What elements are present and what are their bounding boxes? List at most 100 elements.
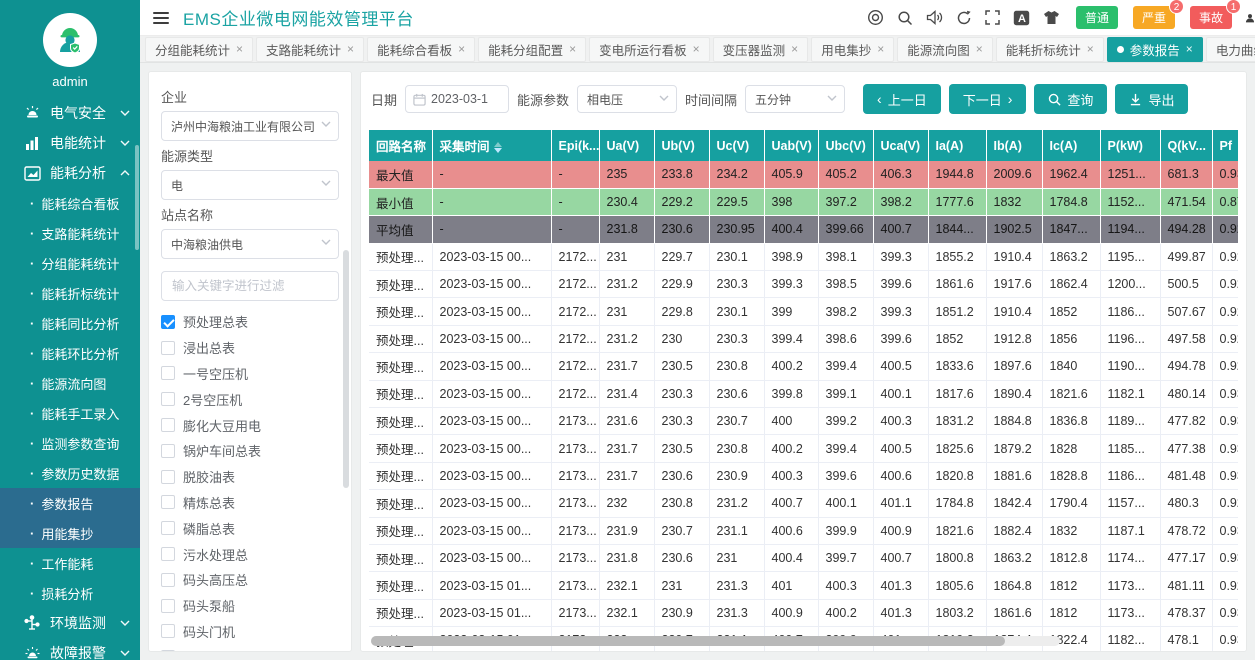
param-select[interactable]: 相电压	[577, 85, 677, 113]
meter-check-item[interactable]: 大豆筒仓总表	[161, 644, 339, 652]
tab-close-icon[interactable]: ×	[791, 43, 798, 55]
sidebar-item[interactable]: ·能耗折标统计	[0, 278, 140, 308]
meter-check-item[interactable]: 一号空压机	[161, 361, 339, 387]
sidebar-item[interactable]: ·监测参数查询	[0, 428, 140, 458]
meter-check-item[interactable]: 锅炉车间总表	[161, 438, 339, 464]
tab-close-icon[interactable]: ×	[458, 43, 465, 55]
prev-day-button[interactable]: ‹ 上一日	[863, 84, 941, 114]
tab-close-icon[interactable]: ×	[347, 43, 354, 55]
column-header[interactable]: 采集时间	[432, 130, 551, 161]
sidebar-item[interactable]: ·损耗分析	[0, 578, 140, 608]
filter-scrollbar[interactable]	[343, 250, 349, 488]
checkbox[interactable]	[161, 573, 175, 587]
checkbox[interactable]	[161, 521, 175, 535]
meter-check-item[interactable]: 磷脂总表	[161, 515, 339, 541]
tab[interactable]: 参数报告×	[1107, 37, 1203, 62]
tab[interactable]: 支路能耗统计×	[256, 37, 364, 62]
checkbox[interactable]	[161, 599, 175, 613]
target-icon[interactable]	[867, 9, 884, 26]
horizontal-scrollbar-thumb[interactable]	[371, 636, 1005, 646]
tab[interactable]: 用电集抄×	[811, 37, 894, 62]
checkbox[interactable]	[161, 418, 175, 432]
sidebar-item[interactable]: ·工作能耗	[0, 548, 140, 578]
alarm-badge[interactable]: 事故1	[1190, 6, 1232, 29]
checkbox[interactable]	[161, 470, 175, 484]
tab[interactable]: 能耗分组配置×	[478, 37, 586, 62]
meter-filter-input[interactable]	[161, 271, 339, 301]
query-button[interactable]: 查询	[1034, 84, 1107, 114]
checkbox[interactable]	[161, 624, 175, 638]
meter-check-item[interactable]: 污水处理总	[161, 541, 339, 567]
tab-close-icon[interactable]: ×	[1186, 43, 1193, 55]
sidebar-item[interactable]: ·参数历史数据	[0, 458, 140, 488]
speaker-icon[interactable]	[926, 10, 943, 25]
sidebar-group[interactable]: 电能统计	[0, 128, 140, 158]
sidebar-group[interactable]: 能耗分析	[0, 158, 140, 188]
next-day-button[interactable]: 下一日 ›	[949, 84, 1027, 114]
export-button[interactable]: 导出	[1115, 84, 1188, 114]
tab-close-icon[interactable]: ×	[1087, 43, 1094, 55]
sidebar-group[interactable]: 环境监测	[0, 608, 140, 638]
station-select[interactable]: 中海粮油供电	[161, 229, 339, 259]
tab-close-icon[interactable]: ×	[976, 43, 983, 55]
company-select[interactable]: 泸州中海粮油工业有限公司	[161, 111, 339, 141]
meter-check-item[interactable]: 预处理总表	[161, 309, 339, 335]
sidebar-item[interactable]: ·能源流向图	[0, 368, 140, 398]
date-picker[interactable]: 2023-03-1	[405, 85, 509, 113]
checkbox[interactable]	[161, 392, 175, 406]
font-size-icon[interactable]: A	[1013, 10, 1030, 26]
table-cell: 230.3	[709, 271, 764, 298]
tab[interactable]: 电力曲线记录×	[1206, 37, 1255, 62]
table-cell: 231	[654, 572, 709, 599]
sidebar-item[interactable]: ·分组能耗统计	[0, 248, 140, 278]
horizontal-scrollbar[interactable]	[371, 636, 1060, 646]
sidebar-group[interactable]: 故障报警	[0, 638, 140, 660]
meter-check-item[interactable]: 脱胶油表	[161, 464, 339, 490]
tab[interactable]: 变压器监测×	[713, 37, 809, 62]
alarm-badge[interactable]: 严重2	[1133, 6, 1175, 29]
sidebar-item[interactable]: ·参数报告	[0, 488, 140, 518]
fullscreen-icon[interactable]	[985, 10, 1000, 25]
meter-check-item[interactable]: 码头高压总	[161, 567, 339, 593]
menu-toggle-icon[interactable]	[153, 11, 169, 25]
summary-cell: 398	[764, 188, 818, 215]
tab-close-icon[interactable]: ×	[236, 43, 243, 55]
interval-select[interactable]: 五分钟	[745, 85, 845, 113]
sidebar-item[interactable]: ·支路能耗统计	[0, 218, 140, 248]
search-icon[interactable]	[897, 10, 913, 26]
checkbox[interactable]	[161, 315, 175, 329]
energy-type-select[interactable]: 电	[161, 170, 339, 200]
checkbox[interactable]	[161, 341, 175, 355]
sidebar-item[interactable]: ·能耗手工录入	[0, 398, 140, 428]
sidebar-item[interactable]: ·用能集抄	[0, 518, 140, 548]
checkbox[interactable]	[161, 495, 175, 509]
checkbox[interactable]	[161, 547, 175, 561]
tab[interactable]: 分组能耗统计×	[145, 37, 253, 62]
sidebar-item[interactable]: ·能耗同比分析	[0, 308, 140, 338]
refresh-icon[interactable]	[956, 10, 972, 26]
alarm-badge[interactable]: 普通	[1076, 6, 1118, 29]
meter-check-item[interactable]: 码头泵船	[161, 593, 339, 619]
tab[interactable]: 能耗综合看板×	[367, 37, 475, 62]
tab-close-icon[interactable]: ×	[877, 43, 884, 55]
meter-check-item[interactable]: 精炼总表	[161, 490, 339, 516]
sidebar-item[interactable]: ·能耗环比分析	[0, 338, 140, 368]
tab[interactable]: 变电所运行看板×	[589, 37, 710, 62]
user-icon[interactable]	[1245, 10, 1255, 26]
tab-close-icon[interactable]: ×	[693, 43, 700, 55]
meter-check-item[interactable]: 码头门机	[161, 619, 339, 645]
sidebar-scrollbar[interactable]	[135, 145, 139, 250]
sidebar-item[interactable]: ·能耗综合看板	[0, 188, 140, 218]
meter-check-item[interactable]: 浸出总表	[161, 335, 339, 361]
theme-shirt-icon[interactable]	[1043, 10, 1060, 25]
sort-icons[interactable]	[494, 142, 502, 153]
meter-check-item[interactable]: 膨化大豆用电	[161, 412, 339, 438]
tab[interactable]: 能源流向图×	[897, 37, 993, 62]
meter-check-item[interactable]: 2号空压机	[161, 386, 339, 412]
tab-close-icon[interactable]: ×	[569, 43, 576, 55]
checkbox[interactable]	[161, 650, 175, 652]
sidebar-group[interactable]: 电气安全	[0, 98, 140, 128]
checkbox[interactable]	[161, 366, 175, 380]
tab[interactable]: 能耗折标统计×	[996, 37, 1104, 62]
checkbox[interactable]	[161, 444, 175, 458]
